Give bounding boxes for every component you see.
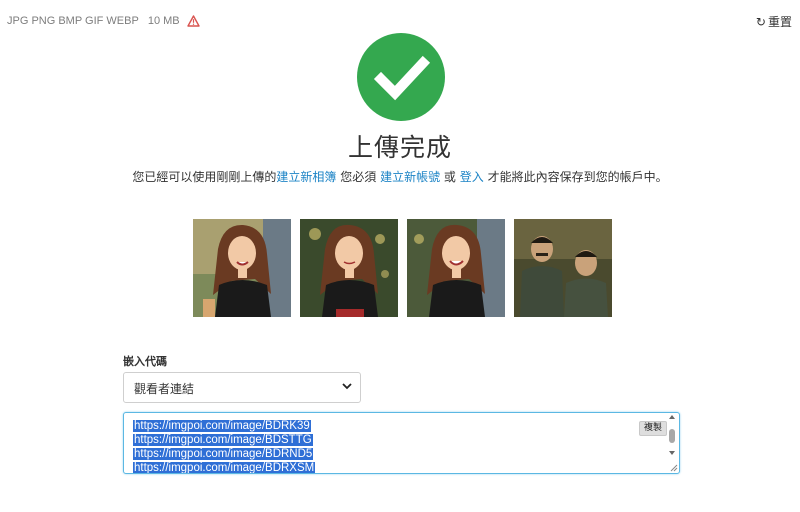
reset-button[interactable]: ↻ 重置 (756, 13, 792, 30)
formats-text: JPG PNG BMP GIF WEBP (7, 15, 139, 27)
scroll-down-icon[interactable] (669, 451, 675, 455)
upload-message: 您已經可以使用剛剛上傳的建立新相簿 您必須 建立新帳號 或 登入 才能將此內容保… (0, 168, 800, 185)
create-album-link[interactable]: 建立新相簿 (276, 170, 336, 184)
thumbnail-image[interactable] (193, 219, 291, 317)
size-limit-text: 10 MB (147, 15, 180, 27)
thumbnail-image[interactable] (300, 219, 398, 317)
message-text-1: 您已經可以使用剛剛上傳的 (132, 170, 277, 184)
thumbnail-image[interactable] (407, 219, 505, 317)
embed-links: https://imgpoi.com/image/BDRK39 https://… (133, 419, 316, 474)
embed-code-label: 嵌入代碼 (123, 355, 167, 368)
allowed-formats: JPG PNG BMP GIF WEBP 10 MB (7, 15, 200, 27)
refresh-icon: ↻ (755, 14, 766, 29)
message-text-2: 您必須 (336, 170, 381, 184)
embed-type-select[interactable]: 觀看者連結 (123, 372, 361, 403)
create-account-link[interactable]: 建立新帳號 (380, 170, 440, 184)
warning-triangle-icon (186, 15, 200, 27)
embed-link-line: https://imgpoi.com/image/BDRK39 (133, 420, 311, 432)
login-link[interactable]: 登入 (460, 170, 484, 184)
page-title: 上傳完成 (347, 133, 452, 162)
embed-code-textarea[interactable]: https://imgpoi.com/image/BDRK39 https://… (123, 412, 680, 474)
message-text-4: 才能將此內容保存到您的帳戶中。 (483, 170, 668, 184)
reset-label: 重置 (767, 15, 792, 29)
scroll-up-icon[interactable] (669, 415, 675, 419)
copy-button[interactable]: 複製 (639, 421, 667, 436)
embed-link-line: https://imgpoi.com/image/BDRXSM (133, 462, 316, 474)
embed-link-line: https://imgpoi.com/image/BDSTTG (133, 434, 313, 446)
message-text-3: 或 (440, 170, 460, 184)
scrollbar-thumb[interactable] (669, 429, 675, 443)
embed-link-line: https://imgpoi.com/image/BDRND5 (133, 448, 314, 460)
resize-grip-icon[interactable] (669, 463, 678, 472)
chevron-down-icon (342, 383, 352, 390)
uploaded-thumbnails (193, 219, 612, 317)
checkmark-circle-icon (357, 33, 445, 121)
embed-type-selected: 觀看者連結 (134, 382, 195, 396)
thumbnail-image[interactable] (514, 219, 612, 317)
